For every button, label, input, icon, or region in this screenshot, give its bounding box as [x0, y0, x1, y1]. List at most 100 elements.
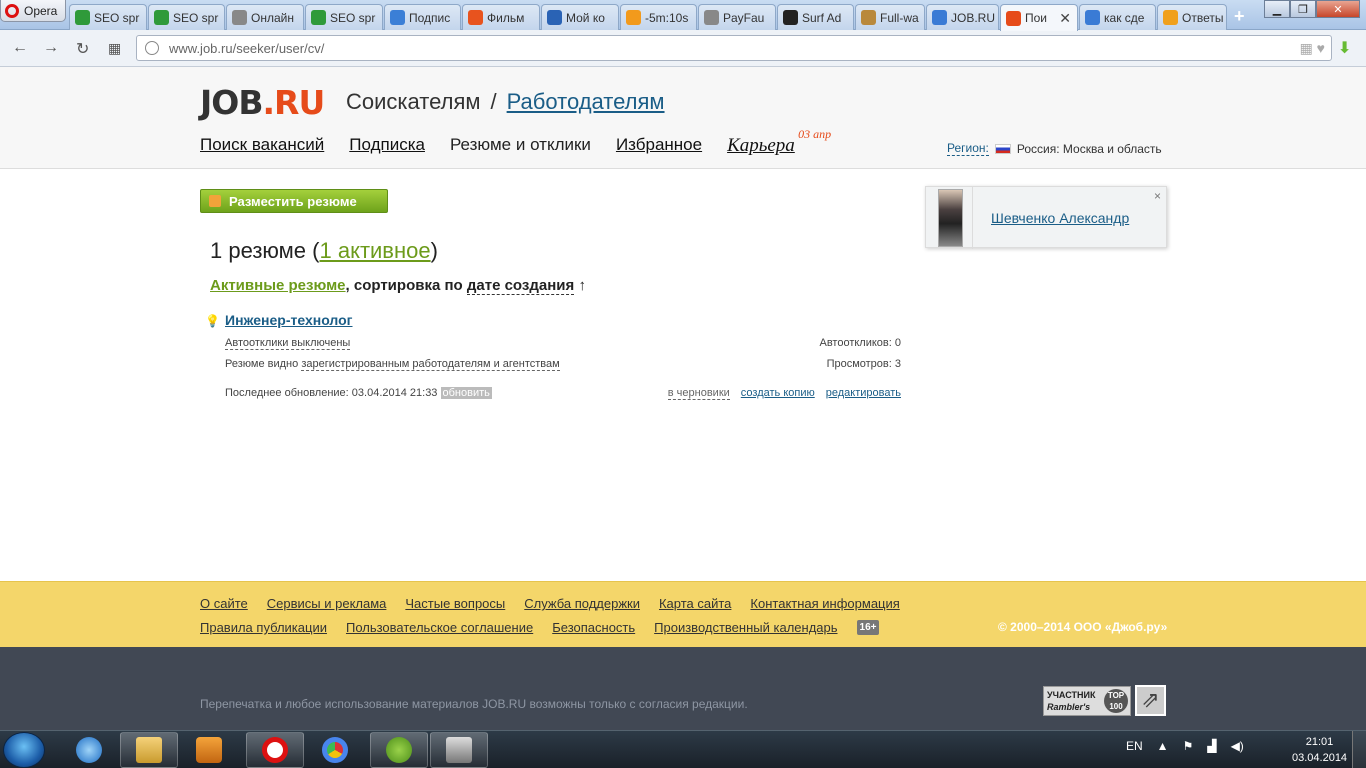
opera-icon [262, 737, 288, 763]
seo-sprint-icon [311, 10, 326, 25]
footer-link[interactable]: Производственный календарь [654, 620, 837, 635]
external-link-icon[interactable]: ⇗ [1135, 685, 1166, 716]
nav-search-vacancies[interactable]: Поиск вакансий [200, 135, 324, 157]
reload-icon[interactable]: ↻ [76, 39, 89, 59]
tab-title: SEO spr [330, 10, 376, 25]
role-seekers: Соискателям [346, 89, 481, 114]
tab-title: SEO spr [173, 10, 219, 25]
browser-tab[interactable]: JOB.RU [926, 4, 999, 30]
browser-tab[interactable]: Ответы [1157, 4, 1227, 30]
taskbar-utorrent[interactable] [370, 732, 428, 768]
nav-favorites[interactable]: Избранное [616, 135, 702, 157]
opera-logo-icon [5, 3, 19, 18]
browser-tab[interactable]: SEO spr [305, 4, 383, 30]
visibility-link[interactable]: зарегистрированным работодателям и агент… [301, 358, 560, 371]
footer-link[interactable]: Контактная информация [750, 596, 899, 611]
close-icon[interactable]: × [1154, 189, 1161, 203]
forward-icon[interactable]: → [43, 39, 59, 57]
refresh-cv-button[interactable]: обновить [440, 387, 492, 399]
windows-taskbar: EN ▲ ⚑ ▟ ◀) 21:01 03.04.2014 [0, 730, 1366, 768]
active-cv-count-link[interactable]: 1 активное [319, 238, 430, 263]
edit-cv-link[interactable]: редактировать [826, 387, 901, 400]
speed-dial-icon[interactable]: ▦ [108, 40, 121, 57]
to-drafts-link[interactable]: в черновики [667, 387, 730, 400]
taskbar-opera[interactable] [246, 732, 304, 768]
footer-link[interactable]: Пользовательское соглашение [346, 620, 533, 635]
browser-tab[interactable]: Surf Ad [777, 4, 854, 30]
maximize-icon[interactable]: ❐ [1290, 0, 1316, 18]
site-info-icon[interactable] [145, 41, 159, 55]
footer-link[interactable]: Служба поддержки [524, 596, 640, 611]
tab-title: SEO spr [94, 10, 140, 25]
taskbar-camera[interactable] [430, 732, 488, 768]
taskbar-media-player[interactable] [180, 732, 238, 768]
address-bar-row: ← → ↻ ▦ www.job.ru/seeker/user/cv/ ▦ ♥ [0, 30, 1366, 67]
clock[interactable]: 21:01 03.04.2014 [1292, 734, 1347, 766]
browser-tab[interactable]: Подпис [384, 4, 461, 30]
footer-bottom: Перепечатка и любое использование матери… [0, 647, 1366, 730]
window-close-icon[interactable]: ✕ [1316, 0, 1360, 18]
nav-subscription[interactable]: Подписка [349, 135, 425, 157]
rambler-top100-badge[interactable]: УЧАСТНИК Rambler's TOP 100 [1043, 686, 1131, 716]
footer-link[interactable]: Сервисы и реклама [267, 596, 387, 611]
tab-title: Мой ко [566, 10, 605, 25]
taskbar-ie[interactable] [60, 732, 118, 768]
role-employers-link[interactable]: Работодателям [507, 89, 665, 114]
browser-tab[interactable]: Мой ко [541, 4, 619, 30]
job-ru-logo[interactable]: JOB.RU [200, 83, 325, 122]
flag-icon[interactable]: ⚑ [1183, 739, 1194, 753]
footer-link[interactable]: Правила публикации [200, 620, 327, 635]
minimize-icon[interactable]: ▁ [1264, 0, 1290, 18]
new-tab-icon[interactable]: + [1234, 6, 1245, 27]
footer-link[interactable]: Карта сайта [659, 596, 731, 611]
user-name-link[interactable]: Шевченко Александр [991, 210, 1129, 226]
opera-menu-button[interactable]: Opera [0, 0, 66, 22]
network-icon[interactable]: ▟ [1207, 739, 1216, 753]
browser-tab[interactable]: SEO spr [69, 4, 147, 30]
footer-link[interactable]: Безопасность [552, 620, 635, 635]
browser-tab[interactable]: Онлайн [226, 4, 304, 30]
browser-tab[interactable]: Full-wa [855, 4, 925, 30]
job-icon [1006, 10, 1021, 26]
bookmark-heart-icon[interactable]: ▦ ♥ [1300, 40, 1325, 57]
browser-tab[interactable]: Фильм [462, 4, 540, 30]
post-resume-button[interactable]: Разместить резюме [200, 189, 388, 213]
browser-tab[interactable]: -5m:10s [620, 4, 697, 30]
user-widget: Шевченко Александр × [925, 186, 1167, 249]
nav-career[interactable]: Карьера 03 апр [727, 127, 831, 157]
kinopoisk-icon [468, 10, 483, 25]
url-input[interactable]: www.job.ru/seeker/user/cv/ ▦ ♥ [136, 35, 1332, 61]
region-label[interactable]: Регион: [947, 141, 989, 156]
box-icon [861, 10, 876, 25]
tray-expand-icon[interactable]: ▲ [1157, 739, 1169, 753]
footer-row-2: Правила публикации Пользовательское согла… [200, 620, 880, 635]
download-icon[interactable]: ⬇ [1338, 38, 1356, 57]
nav-cv-responses[interactable]: Резюме и отклики [450, 135, 591, 157]
taskbar-explorer[interactable] [120, 732, 178, 768]
create-copy-link[interactable]: создать копию [741, 387, 815, 400]
active-resumes-link[interactable]: Активные резюме [210, 277, 346, 294]
start-button[interactable] [3, 732, 45, 768]
clock-time: 21:01 [1305, 736, 1334, 748]
url-text: www.job.ru/seeker/user/cv/ [169, 40, 325, 56]
browser-tab[interactable]: как сде [1079, 4, 1156, 30]
avatar[interactable] [938, 189, 963, 247]
browser-tab[interactable]: PayFau [698, 4, 776, 30]
cv-title-link[interactable]: Инженер-технолог [225, 312, 353, 328]
footer-link[interactable]: Частые вопросы [405, 596, 505, 611]
tab-title: Surf Ad [802, 10, 842, 25]
browser-tab[interactable]: SEO spr [148, 4, 225, 30]
language-indicator[interactable]: EN [1126, 739, 1143, 753]
volume-icon[interactable]: ◀) [1231, 739, 1244, 753]
sort-direction-icon[interactable]: ↑ [578, 277, 586, 294]
browser-tab[interactable]: Пои ✕ [1000, 4, 1078, 31]
show-desktop-button[interactable] [1352, 731, 1366, 768]
footer-link[interactable]: О сайте [200, 596, 248, 611]
taskbar-chrome[interactable] [306, 732, 364, 768]
auto-responses-toggle[interactable]: Автоотклики выключены [225, 337, 351, 350]
post-resume-label: Разместить резюме [229, 193, 357, 209]
tab-close-icon[interactable]: ✕ [1059, 10, 1077, 27]
back-icon[interactable]: ← [12, 39, 28, 57]
footer-links: О сайте Сервисы и реклама Частые вопросы Сл… [0, 581, 1366, 647]
sort-field-link[interactable]: дате создания [466, 277, 575, 295]
